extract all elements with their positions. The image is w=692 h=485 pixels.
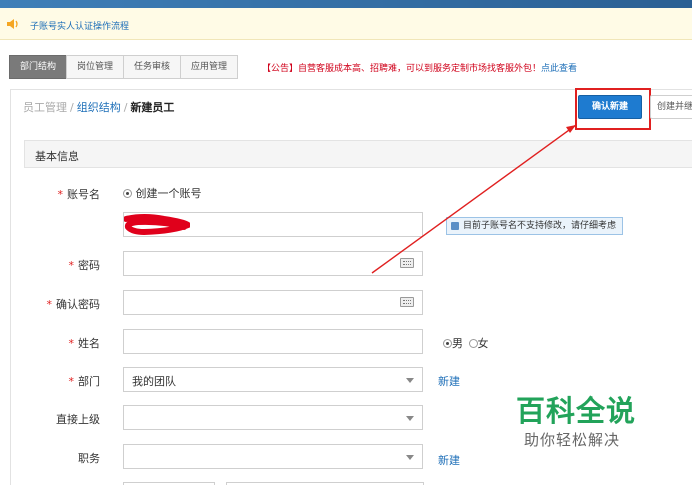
watermark-subtitle: 助你轻松解决 <box>524 431 621 449</box>
tab-bar: 部门结构 岗位管理 任务审核 应用管理 <box>9 55 239 79</box>
confirm-password-input[interactable] <box>123 290 423 315</box>
required-mark: * <box>68 375 75 388</box>
position-new-link[interactable]: 新建 <box>438 452 460 468</box>
name-label: * 姓名 <box>10 335 101 351</box>
speaker-icon <box>7 19 18 29</box>
radio-icon[interactable] <box>123 189 132 198</box>
section-header: 基本信息 <box>24 140 692 168</box>
supervisor-select[interactable] <box>123 405 423 430</box>
tab-department-structure[interactable]: 部门结构 <box>9 55 68 79</box>
required-mark: * <box>68 259 75 272</box>
password-input[interactable] <box>123 251 423 276</box>
breadcrumb-separator: / <box>123 101 128 114</box>
department-select[interactable]: 我的团队 <box>123 367 423 392</box>
required-mark: * <box>68 337 75 350</box>
supervisor-label-text: 直接上级 <box>56 413 100 426</box>
confirm-password-label: * 确认密码 <box>10 296 101 312</box>
required-mark: * <box>57 188 64 201</box>
department-label-text: 部门 <box>78 375 100 388</box>
announcement-link[interactable]: 点此查看 <box>541 64 577 74</box>
notice-link[interactable]: 子账号实人认证操作流程 <box>30 19 129 32</box>
breadcrumb-separator: / <box>70 101 74 114</box>
name-input[interactable] <box>123 329 423 354</box>
gender-female-label[interactable]: 女 <box>478 337 489 350</box>
position-label-text: 职务 <box>78 452 100 465</box>
highlight-box <box>575 88 651 130</box>
watermark-title: 百科全说 <box>516 394 637 428</box>
gender-options: 男 女 <box>443 335 489 351</box>
department-label: * 部门 <box>10 373 101 389</box>
chevron-down-icon <box>406 455 414 460</box>
department-select-value: 我的团队 <box>132 375 176 388</box>
required-mark: * <box>46 298 53 311</box>
department-new-link[interactable]: 新建 <box>438 373 460 389</box>
keyboard-icon[interactable] <box>400 297 414 307</box>
position-label: 职务 <box>10 450 100 466</box>
account-hint-tooltip: 目前子账号名不支持修改，请仔细考虑 <box>446 217 624 235</box>
keyboard-icon[interactable] <box>400 258 414 268</box>
position-select[interactable] <box>123 444 423 469</box>
name-label-text: 姓名 <box>78 337 100 350</box>
watermark-logo: 百科全说 助你轻松解决 <box>516 395 636 450</box>
section-title: 基本信息 <box>35 150 79 163</box>
notice-bar: 子账号实人认证操作流程 <box>0 8 692 40</box>
chevron-down-icon <box>406 416 414 421</box>
tab-app-management[interactable]: 应用管理 <box>180 55 239 79</box>
account-radio-label: 创建一个账号 <box>135 187 202 200</box>
breadcrumb-org-structure[interactable]: 组织结构 <box>77 101 121 114</box>
radio-female-icon[interactable] <box>468 339 478 348</box>
chevron-down-icon <box>406 378 414 383</box>
radio-male-icon[interactable] <box>443 339 452 348</box>
page-title: 新建员工 <box>130 101 175 114</box>
password-label: * 密码 <box>10 257 101 273</box>
gender-male-label[interactable]: 男 <box>452 337 463 350</box>
tab-position-management[interactable]: 岗位管理 <box>66 55 125 79</box>
redaction-scribble <box>124 214 190 235</box>
account-label: * 账号名 <box>10 186 101 202</box>
account-radio-option[interactable]: 创建一个账号 <box>123 185 202 201</box>
supervisor-label: 直接上级 <box>10 411 100 427</box>
create-and-continue-button[interactable]: 创建并继续 <box>650 95 692 119</box>
top-bar <box>0 0 692 8</box>
announcement-text: 【公告】自营客服成本高、招聘难，可以到服务定制市场找客服外包！ <box>262 64 542 74</box>
account-label-text: 账号名 <box>67 188 100 201</box>
confirm-password-label-text: 确认密码 <box>56 298 100 311</box>
tab-task-review[interactable]: 任务审核 <box>123 55 182 79</box>
password-label-text: 密码 <box>78 259 100 272</box>
breadcrumb-employee-management[interactable]: 员工管理 <box>23 101 67 114</box>
announcement: 【公告】自营客服成本高、招聘难，可以到服务定制市场找客服外包！点此查看 <box>262 61 577 74</box>
breadcrumb: 员工管理 / 组织结构 / 新建员工 <box>23 99 174 115</box>
